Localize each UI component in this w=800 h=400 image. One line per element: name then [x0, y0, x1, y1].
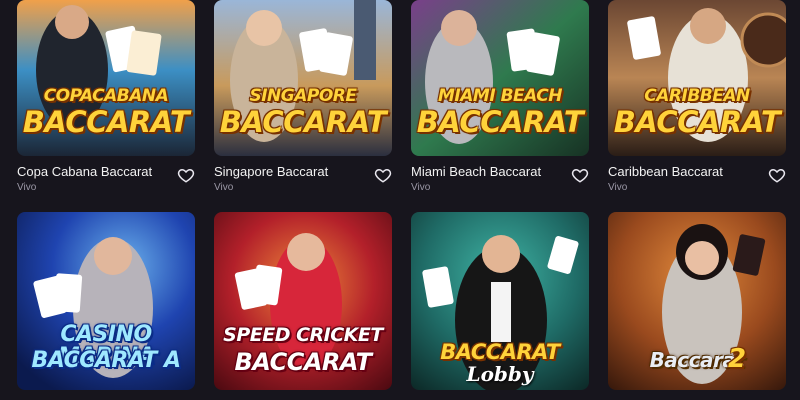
game-card-miami-beach-baccarat[interactable]: MIAMI BEACH BACCARAT Miami Beach Baccara… [411, 0, 589, 200]
game-card-speed-cricket-baccarat[interactable]: SPEED CRICKET BACCARAT [214, 212, 392, 390]
art-title-top: Baccarat [649, 348, 745, 372]
art-title-main: Lobby [466, 362, 534, 386]
game-provider: Vivo [411, 182, 431, 193]
game-grid: COPACABANA BACCARAT Copa Cabana Baccarat… [0, 0, 800, 400]
heart-outline-icon[interactable] [177, 166, 195, 184]
game-meta: Caribbean Baccarat Vivo [608, 156, 786, 200]
art-title-main: BACCARAT [613, 105, 781, 139]
game-card-copa-cabana-baccarat[interactable]: COPACABANA BACCARAT Copa Cabana Baccarat… [17, 0, 195, 200]
game-card-caribbean-baccarat[interactable]: CARIBBEAN BACCARAT Caribbean Baccarat Vi… [608, 0, 786, 200]
art-title-main: BACCARAT [234, 348, 372, 376]
game-thumbnail[interactable]: SPEED CRICKET BACCARAT [214, 212, 392, 390]
heart-outline-icon[interactable] [571, 166, 589, 184]
game-provider: Vivo [214, 182, 234, 193]
art-title-top: BACCARAT [440, 340, 560, 364]
game-title[interactable]: Caribbean Baccarat [608, 164, 723, 179]
game-provider: Vivo [17, 182, 37, 193]
heart-outline-icon[interactable] [768, 166, 786, 184]
art-title-main: BACCARAT [219, 105, 387, 139]
art-title-main: BACCARAT [416, 105, 584, 139]
game-thumbnail[interactable]: SINGAPORE BACCARAT [214, 0, 392, 156]
game-thumbnail[interactable]: COPACABANA BACCARAT [17, 0, 195, 156]
art-title-top: CARIBBEAN [644, 86, 750, 106]
game-card-baccarat-2[interactable]: Baccarat 2 [608, 212, 786, 390]
game-thumbnail[interactable]: CARIBBEAN BACCARAT [608, 0, 786, 156]
game-thumbnail[interactable]: MIAMI BEACH BACCARAT [411, 0, 589, 156]
game-thumbnail[interactable]: BACCARAT Lobby [411, 212, 589, 390]
game-provider: Vivo [608, 182, 628, 193]
game-meta: Singapore Baccarat Vivo [214, 156, 392, 200]
game-thumbnail[interactable]: Baccarat 2 [608, 212, 786, 390]
game-title[interactable]: Singapore Baccarat [214, 164, 328, 179]
game-title[interactable]: Copa Cabana Baccarat [17, 164, 152, 179]
art-title-top: COPACABANA [43, 86, 169, 106]
art-title-main: BACCARAT [22, 105, 190, 139]
game-meta: Copa Cabana Baccarat Vivo [17, 156, 195, 200]
game-card-singapore-baccarat[interactable]: SINGAPORE BACCARAT Singapore Baccarat Vi… [214, 0, 392, 200]
game-meta: Miami Beach Baccarat Vivo [411, 156, 589, 200]
game-card-casino-marina-baccarat-a[interactable]: CASINO MARINA BACCARAT A [17, 212, 195, 390]
art-title-top: SINGAPORE [249, 86, 357, 106]
art-title-top: SPEED CRICKET [223, 324, 383, 346]
game-thumbnail[interactable]: CASINO MARINA BACCARAT A [17, 212, 195, 390]
heart-outline-icon[interactable] [374, 166, 392, 184]
art-title-main: BACCARAT A [31, 348, 182, 373]
game-card-baccarat-lobby[interactable]: BACCARAT Lobby [411, 212, 589, 390]
art-title-main: 2 [728, 344, 746, 374]
game-title[interactable]: Miami Beach Baccarat [411, 164, 541, 179]
art-title-top: MIAMI BEACH [438, 86, 562, 106]
